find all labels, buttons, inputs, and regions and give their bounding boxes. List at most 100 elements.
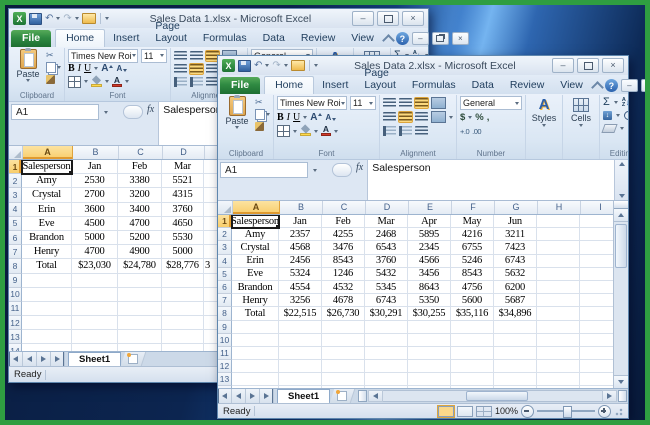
column-header-H[interactable]: H [538, 201, 581, 214]
worksheet-grid[interactable]: ABCDEFGHI 1SalespersonJanFebMarAprMayJun… [218, 201, 628, 388]
row-header-13[interactable]: 13 [9, 330, 22, 344]
cell-D5[interactable]: 4650 [162, 217, 204, 231]
cell-A12[interactable] [232, 360, 279, 373]
cell-B7[interactable]: 4700 [72, 245, 118, 259]
title-bar[interactable]: X ↶ ↷ Sales Data 1.xlsx - Microsoft Exce… [9, 9, 428, 28]
cell-C8[interactable]: $26,730 [322, 307, 365, 320]
cell-C14[interactable] [322, 386, 365, 388]
cell-C5[interactable]: 4700 [118, 217, 162, 231]
format-painter-icon[interactable] [46, 74, 61, 84]
cell-C10[interactable] [118, 288, 162, 302]
cell-A6[interactable]: Brandon [22, 231, 72, 245]
cell-B14[interactable] [279, 386, 322, 388]
column-header-B[interactable]: B [280, 201, 323, 214]
cell-A9[interactable] [232, 321, 279, 334]
cell-B12[interactable] [279, 360, 322, 373]
undo-icon[interactable]: ↶ [45, 13, 53, 25]
cell-G5[interactable]: 5632 [494, 268, 537, 281]
maximize-button[interactable] [377, 11, 399, 26]
tab-review[interactable]: Review [293, 30, 343, 47]
cells-button[interactable]: Cells [566, 96, 596, 127]
cell-D4[interactable]: 3760 [365, 255, 408, 268]
cell-F12[interactable] [451, 360, 494, 373]
cell-E2[interactable]: 5895 [408, 228, 451, 241]
cell-H13[interactable] [537, 373, 580, 386]
open-folder-icon[interactable] [82, 13, 96, 24]
font-size-combo[interactable]: 11 [141, 49, 167, 63]
row-header-1[interactable]: 1 [9, 160, 22, 174]
increase-decimal-icon[interactable]: +.0 [460, 127, 469, 136]
insert-worksheet-icon[interactable] [121, 352, 147, 366]
cell-H3[interactable] [537, 241, 580, 254]
column-header-G[interactable]: G [495, 201, 538, 214]
cell-G7[interactable]: 5687 [494, 294, 537, 307]
cell-B9[interactable] [72, 274, 118, 288]
cell-E8[interactable]: $30,255 [408, 307, 451, 320]
cell-D12[interactable] [162, 316, 204, 330]
cell-E11[interactable] [408, 347, 451, 360]
cell-B6[interactable]: 4554 [279, 281, 322, 294]
help-icon[interactable]: ? [396, 32, 409, 45]
tab-insert[interactable]: Insert [314, 77, 356, 94]
row-header-4[interactable]: 4 [9, 203, 22, 217]
percent-format-icon[interactable]: % [475, 112, 483, 123]
row-header-12[interactable]: 12 [9, 316, 22, 330]
currency-format-icon[interactable]: $ [460, 112, 465, 123]
select-all-corner[interactable] [9, 146, 23, 159]
cell-B10[interactable] [279, 334, 322, 347]
number-format-combo[interactable]: General [460, 96, 522, 110]
merge-center-icon[interactable] [431, 111, 446, 123]
cell-D11[interactable] [365, 347, 408, 360]
cell-C7[interactable]: 4900 [118, 245, 162, 259]
cell-G12[interactable] [494, 360, 537, 373]
cell-B8[interactable]: $23,030 [72, 259, 118, 273]
cell-F2[interactable]: 4216 [451, 228, 494, 241]
tab-home[interactable]: Home [264, 76, 314, 94]
tab-view[interactable]: View [552, 77, 591, 94]
grow-font-button[interactable]: A [310, 112, 322, 123]
align-right-icon[interactable] [415, 112, 428, 122]
align-bottom-icon[interactable] [415, 98, 428, 108]
italic-button[interactable]: I [287, 112, 290, 123]
align-middle-icon[interactable] [190, 51, 203, 61]
cell-D10[interactable] [162, 288, 204, 302]
close-button[interactable]: × [602, 58, 624, 73]
font-name-combo[interactable]: Times New Roi [277, 96, 347, 110]
cell-C11[interactable] [322, 347, 365, 360]
column-header-D[interactable]: D [163, 146, 205, 159]
fx-icon[interactable]: fx [147, 104, 154, 145]
cell-D9[interactable] [365, 321, 408, 334]
cell-E3[interactable]: 2345 [408, 241, 451, 254]
row-header-2[interactable]: 2 [218, 228, 232, 241]
minimize-button[interactable]: – [352, 11, 374, 26]
align-top-icon[interactable] [383, 98, 396, 108]
cell-F14[interactable] [451, 386, 494, 388]
format-painter-icon[interactable] [255, 121, 270, 131]
prev-sheet-icon[interactable] [232, 389, 246, 403]
row-header-6[interactable]: 6 [218, 281, 232, 294]
fill-icon[interactable]: ↓ [603, 111, 612, 120]
row-header-7[interactable]: 7 [9, 245, 22, 259]
cell-B9[interactable] [279, 321, 322, 334]
tab-data[interactable]: Data [464, 77, 502, 94]
cell-D9[interactable] [162, 274, 204, 288]
select-all-corner[interactable] [218, 201, 233, 214]
shrink-font-button[interactable]: A [325, 113, 336, 122]
cell-A8[interactable]: Total [22, 259, 72, 273]
horizontal-scroll-thumb[interactable] [466, 391, 528, 401]
formula-input[interactable]: Salesperson [367, 160, 614, 200]
cell-B3[interactable]: 4568 [279, 241, 322, 254]
title-bar[interactable]: X ↶ ↷ Sales Data 2.xlsx - Microsoft Exce… [218, 56, 628, 75]
tab-split-handle[interactable] [358, 390, 367, 402]
window-sales-data-2[interactable]: X ↶ ↷ Sales Data 2.xlsx - Microsoft Exce… [217, 55, 629, 419]
cell-A2[interactable]: Amy [232, 228, 279, 241]
cell-A5[interactable]: Eve [22, 217, 72, 231]
cell-F5[interactable]: 8543 [451, 268, 494, 281]
cell-G4[interactable]: 6743 [494, 255, 537, 268]
cell-D7[interactable]: 6743 [365, 294, 408, 307]
cell-E4[interactable]: 4566 [408, 255, 451, 268]
open-folder-icon[interactable] [291, 60, 305, 71]
zoom-level[interactable]: 100% [495, 406, 518, 416]
help-icon[interactable]: ? [605, 79, 618, 92]
cell-F10[interactable] [451, 334, 494, 347]
